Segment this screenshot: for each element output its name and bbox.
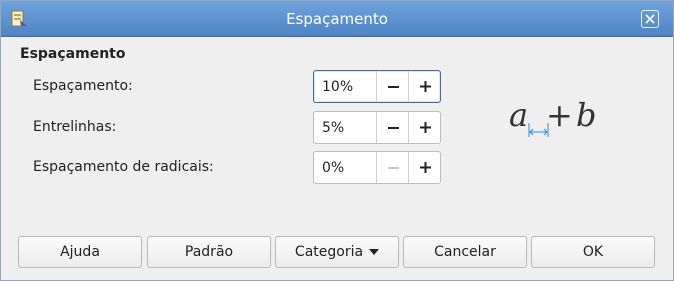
category-button-label: Categoria [294, 244, 364, 260]
line-spacing-label: Entrelinhas: [33, 119, 117, 135]
line-spacing-spinbox[interactable]: 5% [313, 111, 441, 144]
root-spacing-increase-button[interactable] [408, 152, 441, 183]
window-title: Espaçamento [286, 10, 388, 28]
plus-icon [419, 81, 431, 92]
line-spacing-value[interactable]: 5% [322, 120, 344, 136]
cancel-button-label: Cancelar [434, 244, 496, 260]
spacing-value[interactable]: 10% [322, 79, 353, 95]
spacing-decrease-button[interactable] [376, 71, 409, 102]
preview-right-operand: b [576, 96, 596, 134]
line-spacing-decrease-button[interactable] [376, 112, 409, 143]
minus-icon [387, 85, 399, 88]
dialog-window: Espaçamento Espaçamento Espaçamento: 10%… [0, 0, 674, 281]
default-button-label: Padrão [184, 244, 234, 260]
minus-icon [387, 126, 399, 129]
root-spacing-value[interactable]: 0% [322, 160, 344, 176]
preview-left-operand: a [509, 96, 528, 134]
plus-icon [419, 162, 431, 173]
dropdown-arrow-icon [369, 249, 380, 255]
section-title: Espaçamento [20, 46, 126, 62]
ok-button[interactable]: OK [531, 236, 655, 268]
spacing-spinbox[interactable]: 10% [313, 70, 441, 103]
close-icon [645, 14, 655, 24]
spacing-preview: a + b [509, 96, 596, 137]
default-button[interactable]: Padrão [147, 236, 271, 268]
spacing-increase-button[interactable] [408, 71, 441, 102]
title-bar[interactable]: Espaçamento [1, 1, 673, 37]
help-button[interactable]: Ajuda [18, 236, 142, 268]
minus-icon [387, 166, 399, 169]
root-spacing-spinbox[interactable]: 0% [313, 151, 441, 184]
preview-operator: + [546, 96, 573, 134]
help-button-label: Ajuda [60, 244, 100, 260]
spacing-label: Espaçamento: [33, 78, 133, 94]
category-button[interactable]: Categoria [275, 236, 399, 268]
close-button[interactable] [641, 10, 659, 28]
ok-button-label: OK [582, 244, 604, 260]
cancel-button[interactable]: Cancelar [403, 236, 527, 268]
root-spacing-label: Espaçamento de radicais: [33, 159, 214, 175]
plus-icon [419, 122, 431, 133]
line-spacing-increase-button[interactable] [408, 112, 441, 143]
root-spacing-decrease-button [376, 152, 409, 183]
